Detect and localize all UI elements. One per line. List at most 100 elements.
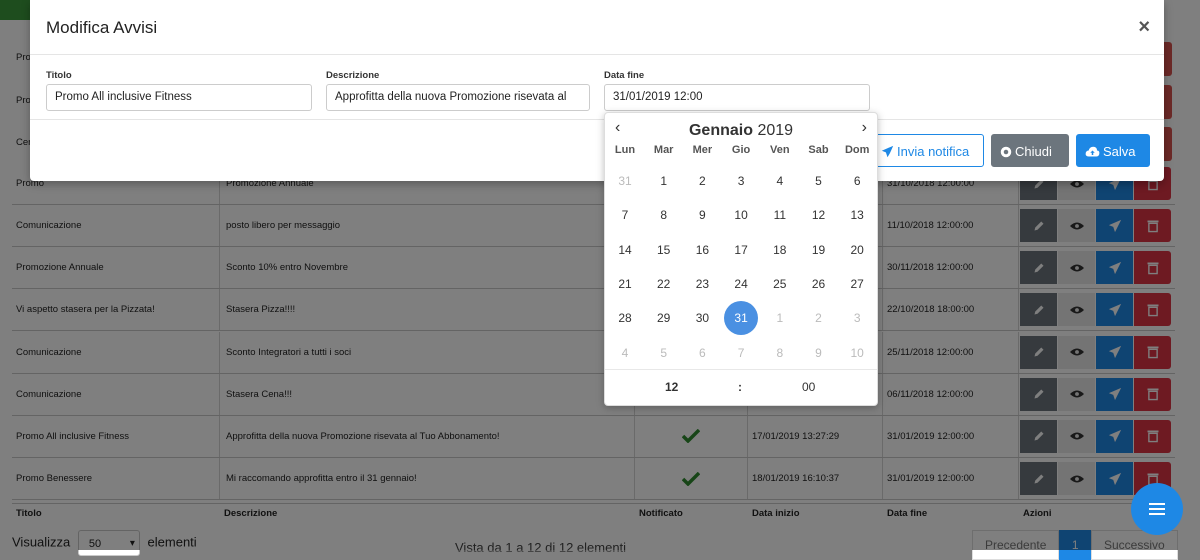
cloud-upload-icon [1085,146,1100,157]
calendar-day-label: 9 [815,345,822,360]
calendar-day[interactable]: 15 [645,233,683,267]
calendar-day-label: 19 [811,242,826,257]
send-notification-button[interactable]: Invia notifica [872,134,984,167]
menu-fab-button[interactable] [1131,483,1183,535]
times-circle-icon [1000,146,1012,157]
calendar-day[interactable]: 16 [683,233,721,267]
calendar-day[interactable]: 20 [838,233,876,267]
calendar-day[interactable]: 30 [683,301,721,335]
calendar-month-year[interactable]: Gennaio 2019 [605,122,877,140]
calendar-day[interactable]: 6 [683,336,721,370]
calendar-day[interactable]: 14 [606,233,644,267]
calendar-day[interactable]: 17 [722,233,760,267]
calendar-day[interactable]: 4 [606,336,644,370]
divider [30,54,1164,55]
calendar-day[interactable]: 8 [761,336,799,370]
calendar-day[interactable]: 3 [838,301,876,335]
calendar-day-label: 1 [776,311,784,326]
paper-plane-icon [881,145,894,158]
calendar-day-label: 15 [657,242,671,257]
calendar-day-selected[interactable]: 31 [722,301,760,336]
weekday-header: Sab [808,144,829,156]
calendar-day-label: 28 [618,311,632,326]
calendar-day-label: 16 [695,242,710,257]
calendar-day[interactable]: 21 [606,267,644,301]
calendar-month: Gennaio [688,122,753,139]
calendar-day[interactable]: 5 [645,336,683,370]
calendar-day[interactable]: 7 [722,336,760,370]
weekday-header: Gio [731,144,751,156]
calendar-day[interactable]: 12 [800,198,838,232]
calendar-day[interactable]: 10 [838,336,876,370]
calendar-day[interactable]: 8 [645,198,683,232]
calendar-day[interactable]: 18 [761,233,799,267]
descrizione-input[interactable]: Approfitta della nuova Promozione riseva… [326,84,590,111]
calendar-day[interactable]: 9 [800,336,838,370]
save-button[interactable]: Salva [1076,134,1150,167]
calendar-day[interactable]: 26 [800,267,838,301]
calendar-day-label: 12 [811,208,826,223]
weekday-header: Lun [614,144,636,156]
calendar-day[interactable]: 23 [683,267,721,301]
calendar-day-label: 18 [773,242,787,257]
divider [605,369,877,370]
descrizione-label: Descrizione [326,70,380,81]
calendar-day-label: 8 [776,345,784,360]
calendar-day[interactable]: 5 [800,164,838,198]
weekday-header: Mer [692,144,713,156]
calendar-day[interactable]: 28 [606,301,644,335]
calendar-day[interactable]: 6 [838,164,876,198]
calendar-day[interactable]: 13 [838,198,876,232]
calendar-day[interactable]: 10 [722,198,760,232]
calendar-day[interactable]: 24 [722,267,760,301]
send-notification-label: Invia notifica [897,144,970,159]
calendar-day-label: 2 [815,311,822,326]
calendar-year: 2019 [757,122,794,139]
minute-value[interactable]: 00 [802,380,815,394]
calendar-day[interactable]: 2 [683,164,721,198]
close-icon[interactable]: × [1138,16,1150,39]
calendar-day[interactable]: 22 [645,267,683,301]
calendar-day[interactable]: 25 [761,267,799,301]
weekday-header: Ven [770,144,790,156]
titolo-input[interactable]: Promo All inclusive Fitness [46,84,312,111]
calendar-day-label: 6 [699,345,706,360]
calendar-day[interactable]: 27 [838,267,876,301]
calendar-day-label: 22 [657,276,671,291]
calendar-day-label: 8 [660,208,668,223]
calendar-day[interactable]: 4 [761,164,799,198]
calendar-day-label: 31 [724,301,759,336]
data-fine-label: Data fine [604,70,645,81]
calendar-day-label: 7 [621,208,629,223]
time-separator: : [738,380,742,394]
close-button[interactable]: Chiudi [991,134,1069,167]
hour-value[interactable]: 12 [665,380,678,394]
menu-icon [1149,503,1165,515]
calendar-day-label: 5 [815,174,822,188]
calendar-day[interactable]: 3 [722,164,760,198]
calendar-day-label: 4 [776,174,784,188]
calendar-day[interactable]: 1 [761,301,799,335]
divider [30,119,1164,120]
calendar-day-label: 2 [699,174,706,188]
calendar-day-label: 27 [850,276,864,291]
calendar-day[interactable]: 31 [606,164,644,198]
calendar-day-label: 10 [850,345,864,360]
calendar-day-label: 7 [737,345,745,360]
close-button-label: Chiudi [1015,144,1052,159]
data-fine-input[interactable]: 31/01/2019 12:00 [604,84,870,111]
calendar-day-label: 1 [660,174,668,188]
calendar-day[interactable]: 9 [683,198,721,232]
next-month-icon[interactable]: › [862,119,867,137]
calendar-day-label: 21 [618,276,632,291]
calendar-day[interactable]: 2 [800,301,838,335]
calendar-day-label: 3 [737,174,745,188]
weekday-header: Dom [844,144,870,156]
calendar-day-label: 25 [773,276,787,291]
calendar-day[interactable]: 29 [645,301,683,335]
calendar-day-label: 5 [660,345,668,360]
calendar-day[interactable]: 1 [645,164,683,198]
calendar-day[interactable]: 19 [800,233,838,267]
calendar-day[interactable]: 7 [606,198,644,232]
calendar-day[interactable]: 11 [761,198,799,232]
